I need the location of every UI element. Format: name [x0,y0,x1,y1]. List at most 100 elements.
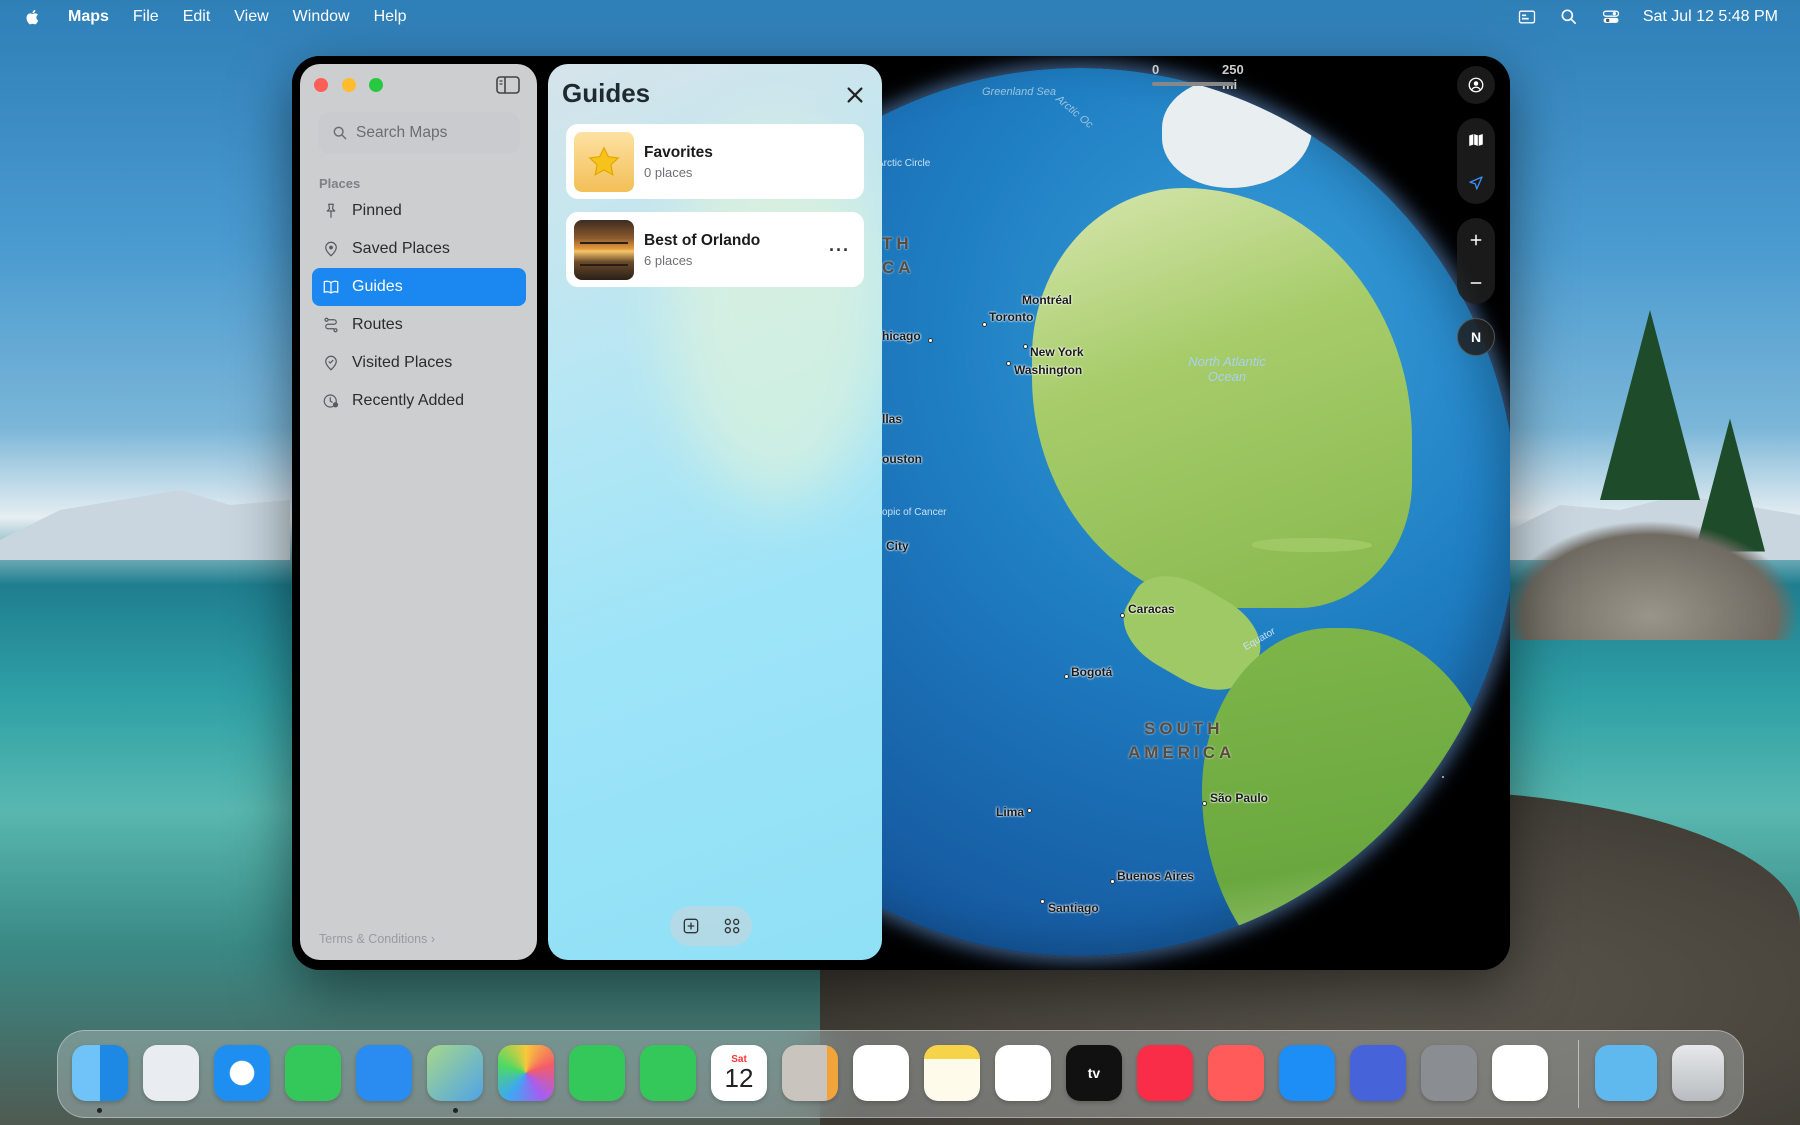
greenland-landmass [1162,78,1312,188]
menu-edit[interactable]: Edit [183,8,211,26]
downloads-folder-icon[interactable] [1595,1045,1657,1101]
zoom-out-icon[interactable] [1467,274,1485,292]
compass-label: N [1470,329,1482,345]
close-icon[interactable] [844,84,866,106]
maps-window: Greenland Sea Arctic Oc Arctic Circle TH… [292,56,1510,970]
map-label-montreal[interactable]: Montréal [1022,293,1072,307]
menu-file[interactable]: File [133,8,159,26]
sidebar-item-saved-places[interactable]: Saved Places [312,230,526,268]
menu-bar: Maps File Edit View Window Help Sat Jul … [0,0,1800,34]
map-label-buenos-aires[interactable]: Buenos Aires [1117,869,1194,883]
map-label-north-america-1: TH [882,234,913,253]
trash-icon[interactable] [1672,1045,1724,1101]
guides-gallery-icon[interactable] [722,916,742,936]
guide-card-favorites[interactable]: Favorites 0 places [566,124,864,199]
calendar-icon[interactable]: Sat 12 [711,1045,767,1101]
minimize-window-button[interactable] [342,78,356,92]
current-location-icon[interactable] [1467,174,1485,192]
menu-help[interactable]: Help [374,8,407,26]
menu-window[interactable]: Window [293,8,350,26]
sidebar-item-label: Recently Added [352,392,465,409]
messages-icon[interactable] [285,1045,341,1101]
star-icon [588,145,620,176]
map-label-north-america-2: CA [882,258,915,277]
notes-icon[interactable] [924,1045,980,1101]
orlando-thumbnail [574,219,634,280]
compass-button[interactable]: N [1457,318,1495,356]
sidebar-item-label: Pinned [352,202,402,219]
reminders-icon[interactable] [853,1045,909,1101]
maps-icon[interactable] [427,1045,483,1101]
calendar-day: 12 [724,1063,754,1093]
safari-icon[interactable] [214,1045,270,1101]
sidebar-item-pinned[interactable]: Pinned [312,192,526,230]
sidebar-item-recently-added[interactable]: Recently Added [312,382,526,420]
map-label-caracas[interactable]: Caracas [1128,602,1175,616]
control-center-icon[interactable] [1601,7,1621,27]
contacts-icon[interactable] [782,1045,838,1101]
sidebar: Search Maps Places Pinned Saved Places G… [300,64,537,960]
city-dot [1040,899,1045,904]
apple-logo-icon[interactable] [24,8,42,26]
city-dot [1120,613,1125,618]
music-icon[interactable] [1137,1045,1193,1101]
fullscreen-window-button[interactable] [369,78,383,92]
finder-icon[interactable] [72,1045,128,1101]
rocket-app-icon[interactable] [1208,1045,1264,1101]
zoom-in-icon[interactable] [1467,231,1485,249]
visited-icon [325,355,337,371]
more-options-icon[interactable]: ··· [829,240,850,261]
location-pin-icon [325,241,337,257]
guide-card-best-of-orlando[interactable]: Best of Orlando 6 places ··· [566,212,864,287]
photos-icon[interactable] [498,1045,554,1101]
spotlight-search-icon[interactable] [1559,7,1579,27]
menu-clock[interactable]: Sat Jul 12 5:48 PM [1643,8,1778,26]
map-label-houston[interactable]: ouston [882,452,922,466]
map-label-washington[interactable]: Washington [1014,363,1082,377]
sidebar-item-label: Saved Places [352,240,450,257]
map-label-mexico-city[interactable]: City [886,539,909,553]
recent-icon [323,394,339,408]
sidebar-item-visited-places[interactable]: Visited Places [312,344,526,382]
search-icon [333,126,347,140]
news-icon[interactable] [1492,1045,1548,1101]
phone-icon[interactable] [640,1045,696,1101]
map-label-santiago[interactable]: Santiago [1048,901,1099,915]
search-field[interactable]: Search Maps [318,112,520,154]
terms-label: Terms & Conditions [319,932,428,946]
system-settings-icon[interactable] [1421,1045,1477,1101]
sidebar-item-routes[interactable]: Routes [312,306,526,344]
freeform-icon[interactable] [995,1045,1051,1101]
search-placeholder: Search Maps [356,124,448,141]
guide-title: Best of Orlando [644,231,761,249]
favorites-thumbnail [574,131,634,192]
map-label-lima[interactable]: Lima [996,805,1024,819]
menu-app-name[interactable]: Maps [68,8,109,26]
sidebar-item-label: Guides [352,278,403,295]
terms-link[interactable]: Terms & Conditions › [319,932,435,946]
facetime-icon[interactable] [569,1045,625,1101]
map-label-toronto[interactable]: Toronto [989,310,1033,324]
map-label-new-york[interactable]: New York [1030,345,1084,359]
input-source-icon[interactable] [1517,7,1537,27]
map-label-bogota[interactable]: Bogotá [1071,665,1112,679]
launchpad-icon[interactable] [143,1045,199,1101]
apple-tv-icon[interactable]: tv [1066,1045,1122,1101]
new-guide-icon[interactable] [681,916,701,936]
route-icon [324,317,338,333]
sidebar-toggle-icon[interactable] [496,76,520,94]
desktop-tree [1600,310,1700,500]
close-window-button[interactable] [314,78,328,92]
map-label-dallas[interactable]: llas [882,412,902,426]
map-label-chicago[interactable]: hicago [882,329,921,343]
dock-separator [1578,1040,1579,1108]
iphone-mirroring-icon[interactable] [1350,1045,1406,1101]
sidebar-item-guides[interactable]: Guides [312,268,526,306]
map-mode-icon[interactable] [1467,131,1485,149]
menu-view[interactable]: View [234,8,268,26]
mail-icon[interactable] [356,1045,412,1101]
map-label-sao-paulo[interactable]: São Paulo [1210,791,1268,805]
account-button[interactable] [1457,66,1495,104]
city-dot [1202,801,1207,806]
app-store-icon[interactable] [1279,1045,1335,1101]
